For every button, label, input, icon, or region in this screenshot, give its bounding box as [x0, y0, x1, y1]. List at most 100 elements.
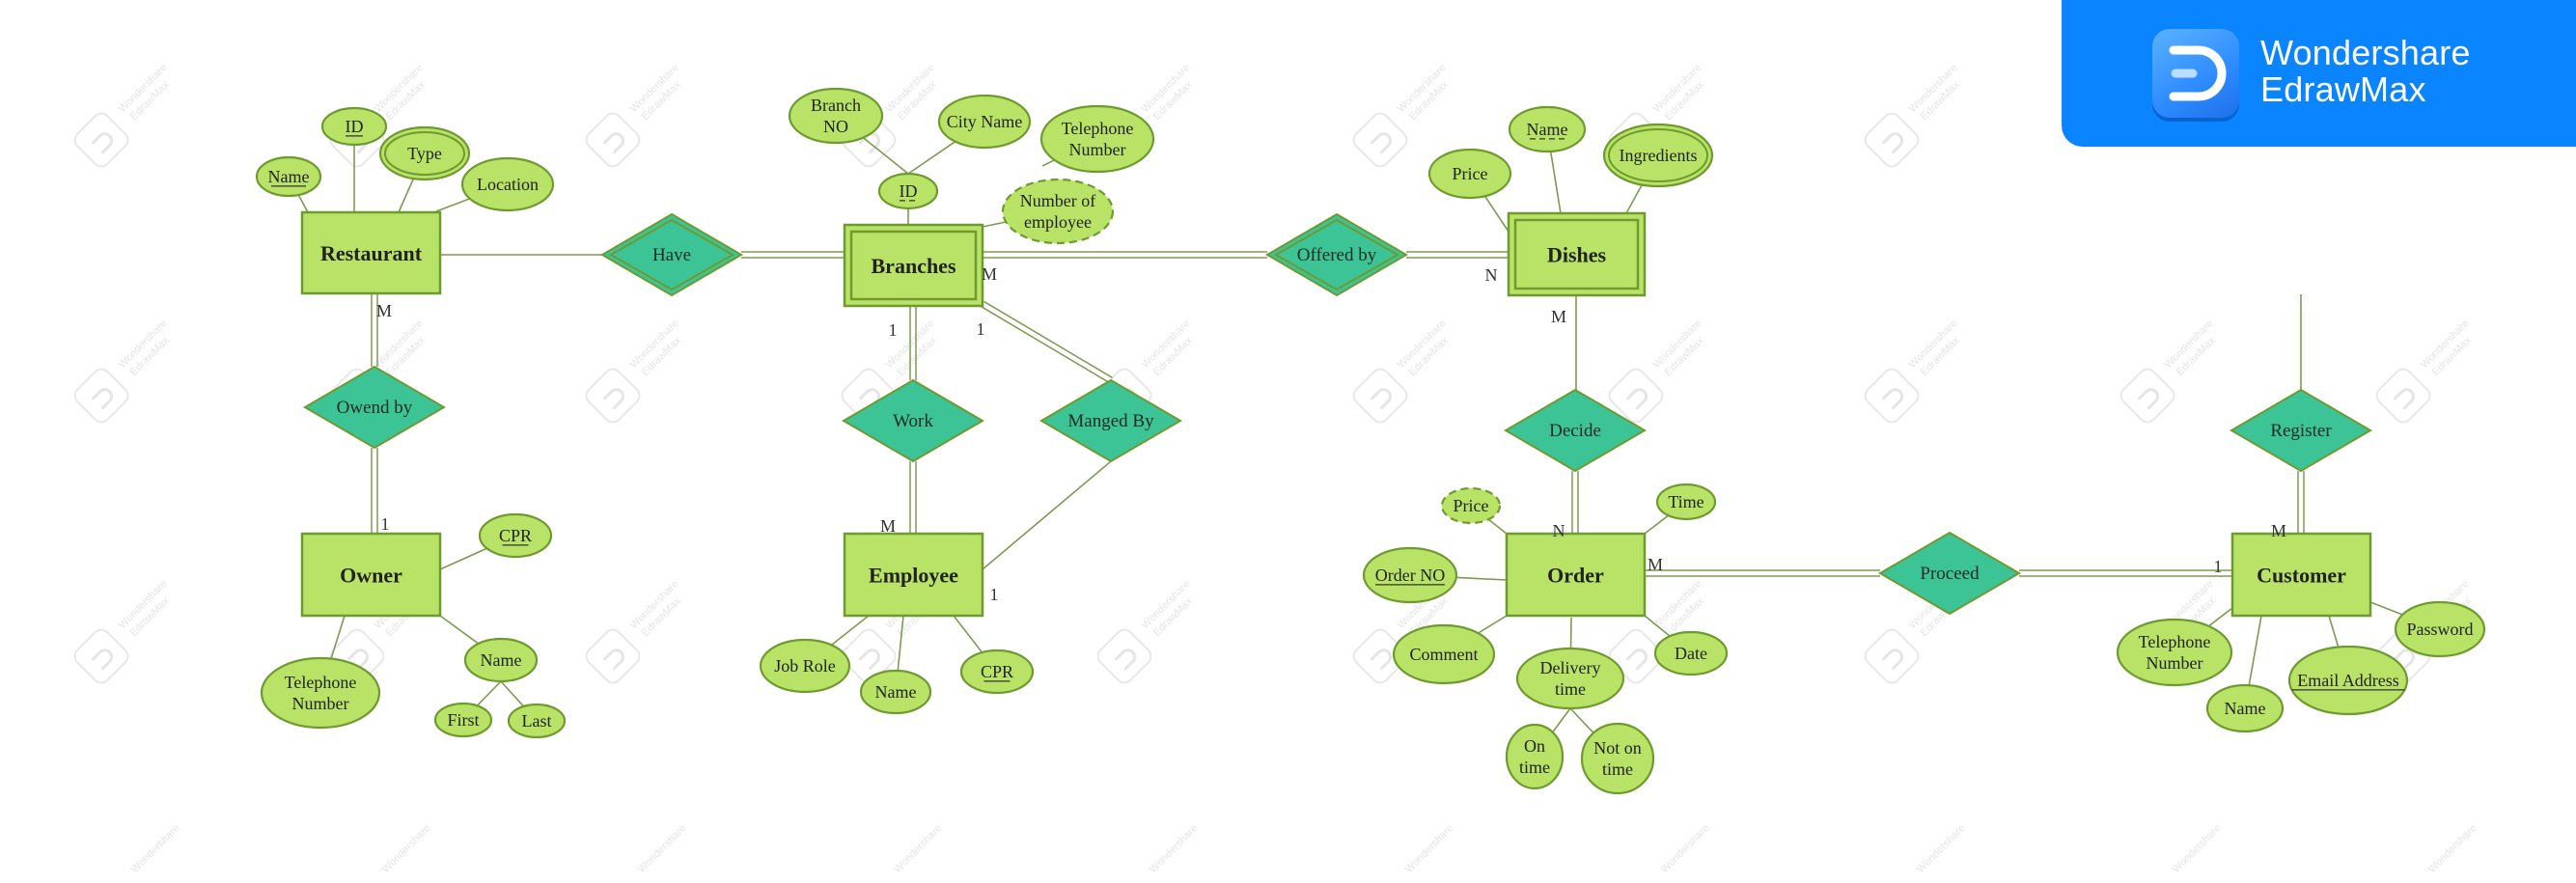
relationship-register[interactable]: Register [2230, 388, 2372, 473]
entity-dishes[interactable]: Dishes [1507, 211, 1647, 297]
watermark: Wondershare [129, 822, 182, 875]
connector-ord-no [1455, 576, 1508, 581]
connector-work-employee [909, 461, 917, 534]
attribute-label: Price [1453, 164, 1488, 183]
watermark-layer: WondershareEdrawMax WondershareEdrawMax Wo… [73, 62, 2479, 875]
entity-order[interactable]: Order [1505, 532, 1647, 618]
connector-ord-price [1487, 518, 1508, 535]
attribute-rest-type[interactable]: Type [378, 125, 471, 181]
relationship-have[interactable]: Have [600, 212, 743, 297]
attribute-label: ID [346, 117, 364, 136]
attribute-ord-time[interactable]: Time [1655, 483, 1717, 521]
attribute-ord-no[interactable]: Order NO [1362, 546, 1458, 604]
attribute-ord-price[interactable]: Price [1440, 486, 1502, 525]
watermark-text: Wondershare [1148, 822, 1201, 875]
relationship-label: Offered by [1297, 245, 1377, 265]
attribute-label: Type [407, 144, 442, 163]
watermark: WondershareEdrawMax [73, 578, 172, 684]
attribute-label: City Name [947, 112, 1023, 131]
attribute-label: Email Address [2297, 671, 2399, 690]
relationship-manged-by[interactable]: Manged By [1039, 378, 1182, 463]
attribute-rest-location[interactable]: Location [460, 156, 555, 212]
attribute-label: Telephone Number [2139, 632, 2211, 673]
attribute-rest-id[interactable]: ID [320, 106, 388, 147]
attribute-label: Name [481, 650, 522, 670]
attribute-label: Ingredients [1620, 146, 1698, 165]
attribute-own-last[interactable]: Last [507, 703, 567, 739]
watermark: Wondershare [2426, 822, 2479, 875]
watermark: Wondershare [1403, 822, 1456, 875]
attribute-dish-name[interactable]: Name [1508, 105, 1587, 153]
attribute-emp-cpr[interactable]: CPR [959, 648, 1035, 695]
attribute-ord-comment[interactable]: Comment [1392, 623, 1496, 685]
attribute-own-name[interactable]: Name [463, 637, 539, 683]
attribute-cus-name[interactable]: Name [2205, 683, 2285, 733]
relationship-offered-by[interactable]: Offered by [1265, 212, 1408, 297]
relationship-owend-by[interactable]: Owend by [303, 365, 446, 450]
connector-cus-password [2369, 601, 2403, 616]
connector-offered-by-dishes [1406, 251, 1509, 259]
attribute-own-first[interactable]: First [433, 702, 493, 738]
cardinality-label: 1 [889, 320, 898, 340]
relationship-label: Work [893, 411, 933, 431]
watermark-text: Wondershare [2426, 822, 2479, 875]
attribute-rest-name[interactable]: Name [255, 155, 322, 198]
entity-label: Restaurant [320, 241, 423, 265]
attribute-emp-jobrole[interactable]: Job Role [759, 638, 851, 694]
attribute-ord-notontime[interactable]: Not on time [1580, 722, 1655, 795]
attribute-br-branchno[interactable]: Branch NO [788, 87, 884, 145]
watermark: Wondershare [892, 822, 945, 875]
attribute-label: Time [1668, 492, 1703, 511]
attribute-br-tel[interactable]: Telephone Number [1039, 104, 1155, 174]
attribute-br-numemp[interactable]: Number of employee [1001, 178, 1115, 245]
attribute-dish-ingr[interactable]: Ingredients [1602, 123, 1714, 188]
relationship-label: Manged By [1067, 411, 1154, 431]
attribute-ord-delivery[interactable]: Delivery time [1515, 647, 1625, 710]
attribute-label: Name [875, 682, 917, 702]
attribute-emp-name[interactable]: Name [859, 669, 932, 715]
connector-owend-by-owner [371, 448, 378, 534]
watermark: WondershareEdrawMax [585, 62, 683, 168]
entity-owner[interactable]: Owner [300, 532, 442, 618]
watermark-text: Wondershare [1403, 822, 1456, 875]
connector-branches-offered-by [983, 251, 1267, 259]
attribute-cus-password[interactable]: Password [2394, 600, 2486, 658]
connector-rest-location [435, 198, 471, 212]
attribute-ord-ontime[interactable]: On time [1505, 723, 1565, 790]
entity-customer[interactable]: Customer [2230, 532, 2372, 618]
connector-dish-name [1549, 151, 1562, 214]
entity-branches[interactable]: Branches [843, 223, 984, 308]
entity-employee[interactable]: Employee [843, 532, 984, 618]
attribute-label: Last [522, 711, 552, 731]
connector-manged-by-employee [982, 460, 1112, 570]
attribute-cus-email[interactable]: Email Address [2287, 645, 2409, 716]
attribute-cus-tel[interactable]: Telephone Number [2116, 618, 2233, 687]
relationship-decide[interactable]: Decide [1504, 388, 1647, 473]
cardinality-label: M [376, 301, 392, 320]
watermark: Wondershare [380, 822, 433, 875]
relationship-label: Decide [1549, 421, 1601, 441]
connector-own-name [439, 615, 480, 645]
entity-restaurant[interactable]: Restaurant [300, 210, 442, 295]
edrawmax-banner[interactable]: Wondershare EdrawMax [2062, 0, 2576, 147]
relationship-label: Proceed [1920, 564, 1980, 584]
connector-branches-manged-by [981, 300, 1113, 384]
cardinality-label: N [1553, 521, 1565, 540]
connector-dish-price [1483, 195, 1510, 233]
attribute-br-cityname[interactable]: City Name [937, 94, 1032, 150]
watermark: WondershareEdrawMax [2375, 317, 2474, 424]
connector-cus-email [2328, 615, 2340, 648]
attribute-own-tel[interactable]: Telephone Number [260, 656, 381, 730]
attribute-ord-date[interactable]: Date [1653, 630, 1729, 676]
attribute-br-id[interactable]: ID [877, 172, 939, 210]
watermark: WondershareEdrawMax [585, 317, 683, 424]
attribute-dish-price[interactable]: Price [1427, 148, 1512, 200]
brand-name-line2: EdrawMax [2260, 69, 2426, 109]
relationship-proceed[interactable]: Proceed [1878, 531, 2021, 616]
attribute-own-cpr[interactable]: CPR [478, 512, 553, 559]
cardinality-label: M [2271, 521, 2286, 540]
relationship-label: Owend by [337, 398, 413, 418]
connector-br-tel [1041, 159, 1055, 167]
brand-name: Wondershare EdrawMax [2260, 35, 2471, 108]
relationship-work[interactable]: Work [842, 378, 984, 463]
